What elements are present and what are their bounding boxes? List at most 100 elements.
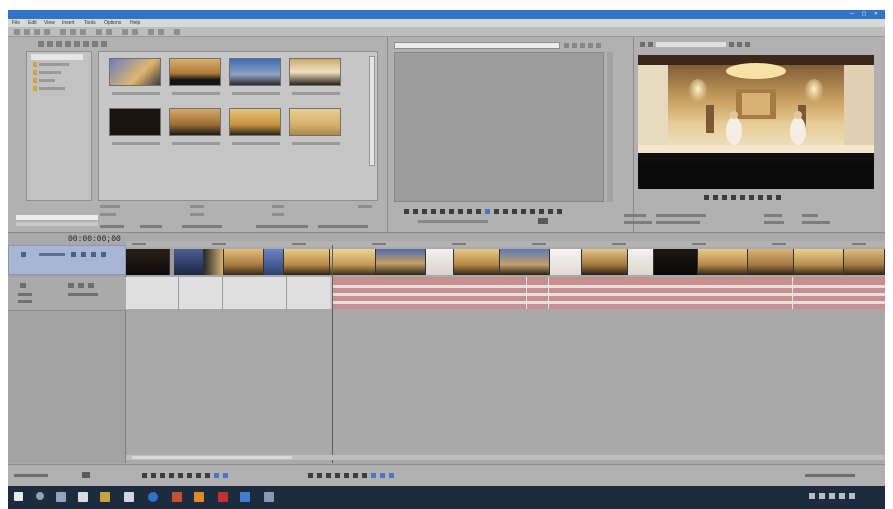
trimmer-scrollbar[interactable]: [607, 52, 613, 202]
refresh-icon[interactable]: [65, 41, 71, 47]
video-clip[interactable]: [174, 249, 204, 275]
menu-edit[interactable]: Edit: [28, 20, 37, 26]
folder-tree[interactable]: [26, 51, 92, 201]
video-clip[interactable]: [550, 249, 582, 275]
render-icon[interactable]: [44, 29, 50, 35]
menu-help[interactable]: Help: [130, 20, 140, 26]
video-clip[interactable]: [224, 249, 264, 275]
trimmer-settings-icon[interactable]: [512, 209, 517, 214]
video-clip[interactable]: [794, 249, 844, 275]
video-clip[interactable]: [628, 249, 654, 275]
audio-mute-icon[interactable]: [68, 283, 74, 288]
app-icon[interactable]: [264, 492, 274, 502]
video-clip[interactable]: [376, 249, 426, 275]
forward-icon[interactable]: [47, 41, 53, 47]
copy-icon[interactable]: [70, 29, 76, 35]
split-screen-icon[interactable]: [648, 42, 653, 47]
auto-preview-icon[interactable]: [101, 41, 107, 47]
preview-end-icon[interactable]: [776, 195, 781, 200]
search-icon[interactable]: [36, 492, 44, 500]
overlay-icon[interactable]: [729, 42, 734, 47]
media-thumbnail[interactable]: [289, 58, 341, 95]
solo-icon[interactable]: [81, 252, 86, 257]
video-clip[interactable]: [264, 249, 284, 275]
go-end-icon[interactable]: [205, 473, 210, 478]
auto-ripple-icon[interactable]: [308, 473, 313, 478]
playhead-cursor[interactable]: [332, 245, 333, 463]
audio-track[interactable]: [126, 277, 885, 309]
lock-envelopes-icon[interactable]: [317, 473, 322, 478]
audio-solo-icon[interactable]: [78, 283, 84, 288]
trimmer-clear-icon[interactable]: [596, 43, 601, 48]
trimmer-insert-icon[interactable]: [572, 43, 577, 48]
video-clip[interactable]: [426, 249, 454, 275]
play-preview-icon[interactable]: [83, 41, 89, 47]
loop-playback-icon[interactable]: [151, 473, 156, 478]
preview-prev-icon[interactable]: [749, 195, 754, 200]
next-frame-icon[interactable]: [458, 209, 463, 214]
mark-in-icon[interactable]: [485, 209, 490, 214]
video-clip[interactable]: [844, 249, 885, 275]
ripple-icon[interactable]: [158, 29, 164, 35]
tab-project-media[interactable]: [100, 225, 124, 228]
media-thumbnail[interactable]: [109, 58, 161, 95]
explorer-scrollbar[interactable]: [369, 56, 375, 166]
preview-play-icon[interactable]: [722, 195, 727, 200]
trimmer-add-icon[interactable]: [564, 43, 569, 48]
loop-icon[interactable]: [404, 209, 409, 214]
record-icon[interactable]: [142, 473, 147, 478]
stop-icon[interactable]: [440, 209, 445, 214]
undo-icon[interactable]: [96, 29, 102, 35]
play-icon[interactable]: [169, 473, 174, 478]
trimmer-view[interactable]: [394, 52, 604, 202]
select-tool-icon[interactable]: [122, 29, 128, 35]
video-editor-taskbar-icon[interactable]: [240, 492, 250, 502]
preview-pause-icon[interactable]: [731, 195, 736, 200]
audio-empty-region[interactable]: [126, 277, 330, 309]
cut-icon[interactable]: [60, 29, 66, 35]
media-thumbnail[interactable]: [169, 108, 221, 145]
menu-insert[interactable]: Insert: [62, 20, 75, 26]
mark-out-icon[interactable]: [494, 209, 499, 214]
media-thumbnail[interactable]: [109, 108, 161, 145]
save-icon[interactable]: [34, 29, 40, 35]
copy-snapshot-icon[interactable]: [745, 42, 750, 47]
media-thumbnail[interactable]: [289, 108, 341, 145]
paste-icon[interactable]: [80, 29, 86, 35]
new-project-icon[interactable]: [14, 29, 20, 35]
tab-explorer[interactable]: [140, 225, 162, 228]
folder-tree-item[interactable]: [39, 79, 55, 82]
timeline-ruler[interactable]: [126, 241, 885, 247]
marker-icon[interactable]: [353, 473, 358, 478]
trimmer-region-icon[interactable]: [530, 209, 535, 214]
play-from-start-icon[interactable]: [413, 209, 418, 214]
preview-next-icon[interactable]: [758, 195, 763, 200]
audio-arm-icon[interactable]: [88, 283, 94, 288]
trimmer-marker-icon[interactable]: [521, 209, 526, 214]
trimmer-more-icon[interactable]: [557, 209, 562, 214]
auto-crossfade-icon[interactable]: [335, 473, 340, 478]
preview-loop-icon[interactable]: [704, 195, 709, 200]
snapping-icon[interactable]: [344, 473, 349, 478]
preview-quality-dropdown[interactable]: [656, 42, 726, 47]
preview-stop-icon[interactable]: [740, 195, 745, 200]
open-icon[interactable]: [24, 29, 30, 35]
video-clip[interactable]: [500, 249, 550, 275]
snap-icon[interactable]: [148, 29, 154, 35]
split-icon[interactable]: [389, 473, 394, 478]
folder-tree-item[interactable]: [39, 63, 69, 66]
edge-browser-icon[interactable]: [78, 492, 88, 502]
stop-preview-icon[interactable]: [92, 41, 98, 47]
tray-chevron-icon[interactable]: [809, 493, 815, 499]
preview-play-start-icon[interactable]: [713, 195, 718, 200]
up-folder-icon[interactable]: [56, 41, 62, 47]
trimmer-history-icon[interactable]: [588, 43, 593, 48]
tab-media-generators[interactable]: [318, 225, 368, 228]
go-end-icon[interactable]: [476, 209, 481, 214]
windows-start-icon[interactable]: [14, 492, 23, 501]
preview-start-icon[interactable]: [767, 195, 772, 200]
mute-icon[interactable]: [71, 252, 76, 257]
app-icon[interactable]: [218, 492, 228, 502]
media-thumbnail[interactable]: [169, 58, 221, 95]
folder-tree-selected[interactable]: [31, 54, 83, 60]
